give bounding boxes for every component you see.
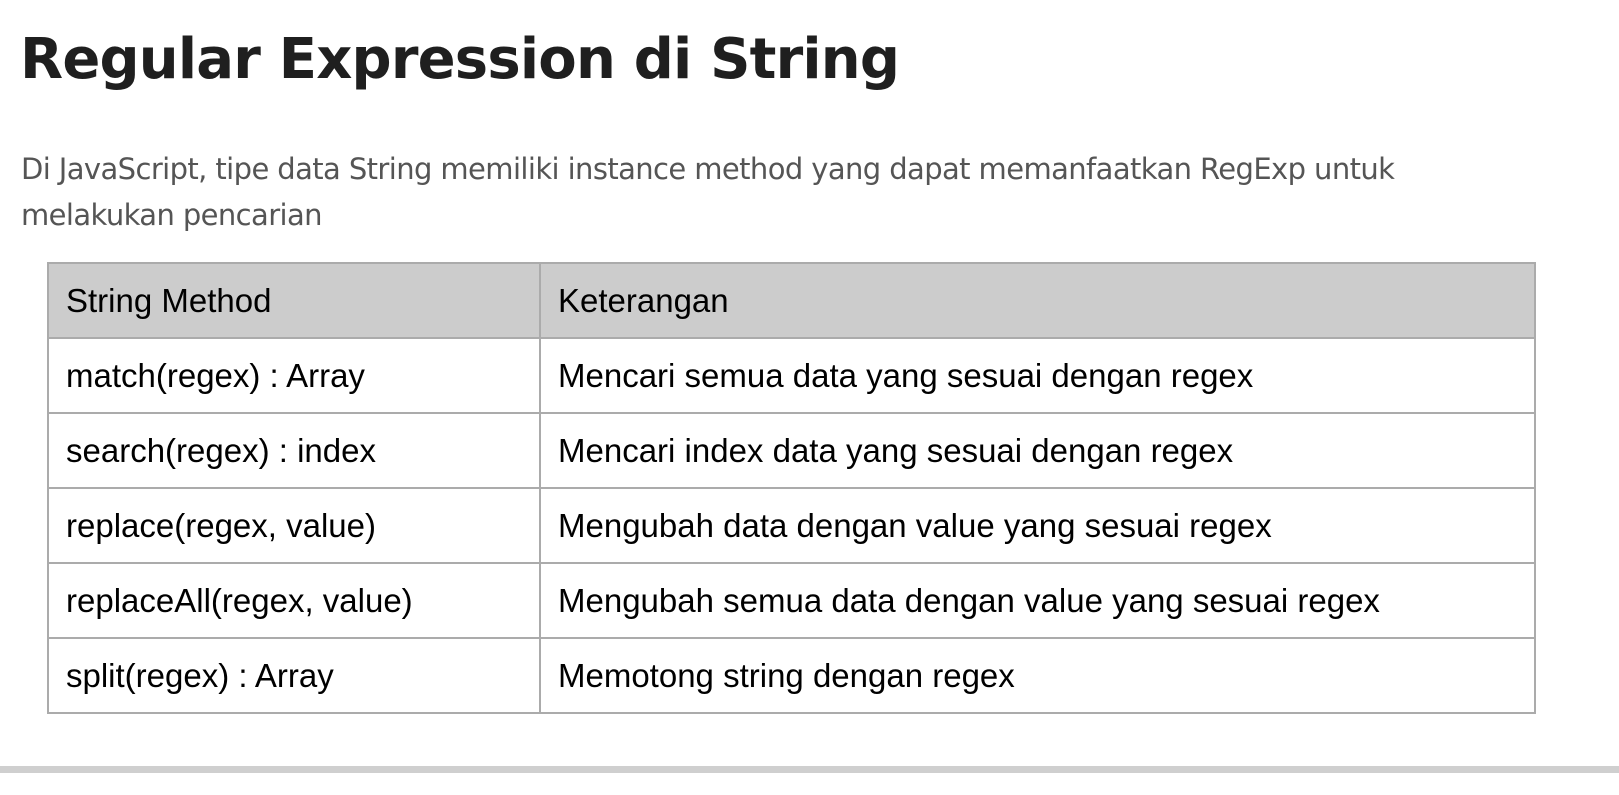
header-keterangan: Keterangan xyxy=(539,262,1536,339)
string-method-table: String Method Keterangan match(regex) : … xyxy=(47,262,1536,714)
table-row: search(regex) : index Mencari index data… xyxy=(47,412,1536,489)
table-header-row: String Method Keterangan xyxy=(47,262,1536,339)
page-title: Regular Expression di String xyxy=(20,27,900,92)
description-cell: Mengubah data dengan value yang sesuai r… xyxy=(539,487,1536,564)
method-cell: replace(regex, value) xyxy=(47,487,541,564)
description-cell: Memotong string dengan regex xyxy=(539,637,1536,714)
description-cell: Mencari index data yang sesuai dengan re… xyxy=(539,412,1536,489)
header-string-method: String Method xyxy=(47,262,541,339)
table-row: replace(regex, value) Mengubah data deng… xyxy=(47,487,1536,564)
method-cell: match(regex) : Array xyxy=(47,337,541,414)
intro-paragraph: Di JavaScript, tipe data String memiliki… xyxy=(21,152,1395,232)
table-row: split(regex) : Array Memotong string den… xyxy=(47,637,1536,714)
method-cell: split(regex) : Array xyxy=(47,637,541,714)
description-cell: Mengubah semua data dengan value yang se… xyxy=(539,562,1536,639)
bottom-divider xyxy=(0,766,1619,773)
description-cell: Mencari semua data yang sesuai dengan re… xyxy=(539,337,1536,414)
method-cell: replaceAll(regex, value) xyxy=(47,562,541,639)
table-row: replaceAll(regex, value) Mengubah semua … xyxy=(47,562,1536,639)
method-cell: search(regex) : index xyxy=(47,412,541,489)
table-row: match(regex) : Array Mencari semua data … xyxy=(47,337,1536,414)
